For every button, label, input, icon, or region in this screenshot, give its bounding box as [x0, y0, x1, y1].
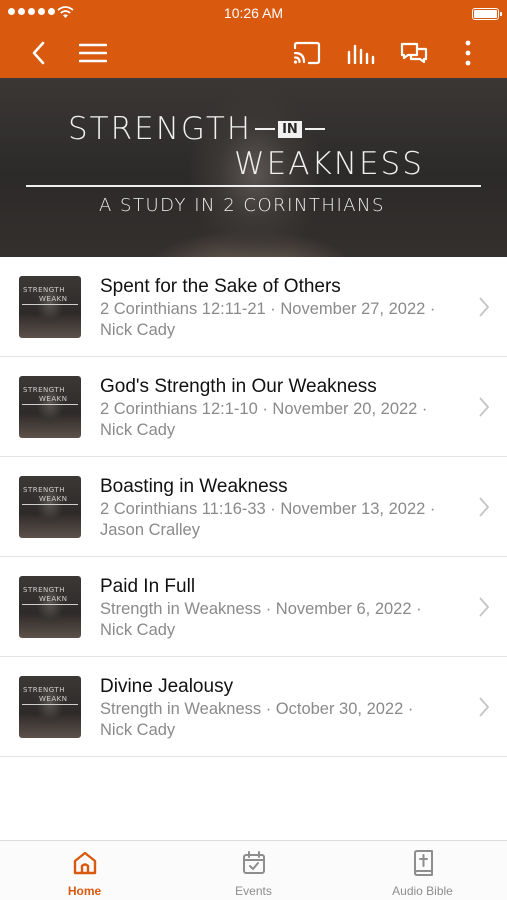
- list-item[interactable]: STRENGTH WEAKN God's Strength in Our Wea…: [0, 357, 507, 457]
- sermon-list: STRENGTH WEAKN Spent for the Sake of Oth…: [0, 257, 507, 757]
- sermon-title: God's Strength in Our Weakness: [100, 376, 377, 397]
- more-button[interactable]: [450, 35, 486, 71]
- thumbnail-divider: [22, 704, 78, 705]
- battery-icon: [472, 8, 502, 20]
- thumbnail-text: STRENGTH: [23, 486, 65, 494]
- chevron-right-icon: [479, 597, 489, 617]
- sermon-title: Paid In Full: [100, 576, 196, 597]
- audio-button[interactable]: [343, 35, 379, 71]
- sermon-meta: Strength in Weakness · October 30, 2022 …: [100, 700, 414, 718]
- sermon-thumbnail: STRENGTH WEAKN: [19, 376, 81, 438]
- tab-label: Audio Bible: [392, 884, 453, 898]
- sermon-thumbnail: STRENGTH WEAKN: [19, 476, 81, 538]
- chat-icon: [400, 42, 428, 64]
- chevron-right-icon: [479, 697, 489, 717]
- menu-icon: [79, 43, 107, 63]
- tab-home[interactable]: Home: [0, 841, 169, 900]
- bible-icon: [413, 850, 433, 876]
- status-time: 10:26 AM: [223, 5, 284, 21]
- tab-events[interactable]: Events: [169, 841, 338, 900]
- sermon-meta: 2 Corinthians 12:1-10 · November 20, 202…: [100, 400, 428, 418]
- list-item[interactable]: STRENGTH WEAKN Spent for the Sake of Oth…: [0, 257, 507, 357]
- banner-divider: [26, 185, 481, 187]
- thumbnail-divider: [22, 604, 78, 605]
- thumbnail-divider: [22, 504, 78, 505]
- thumbnail-divider: [22, 304, 78, 305]
- sermon-meta: 2 Corinthians 12:11-21 · November 27, 20…: [100, 300, 436, 318]
- thumbnail-text: STRENGTH: [23, 286, 65, 294]
- chevron-right-icon: [479, 497, 489, 517]
- tab-bar: Home Events Audio Bible: [0, 840, 507, 900]
- sermon-speaker: Nick Cady: [100, 621, 176, 639]
- chat-button[interactable]: [396, 35, 432, 71]
- thumbnail-text: STRENGTH: [23, 386, 65, 394]
- thumbnail-divider: [22, 404, 78, 405]
- sermon-speaker: Nick Cady: [100, 321, 176, 339]
- chevron-right-icon: [479, 397, 489, 417]
- sermon-thumbnail: STRENGTH WEAKN: [19, 276, 81, 338]
- sermon-meta: Strength in Weakness · November 6, 2022 …: [100, 600, 422, 618]
- thumbnail-text: WEAKN: [39, 395, 68, 403]
- cast-button[interactable]: [289, 35, 325, 71]
- tab-audio-bible[interactable]: Audio Bible: [338, 841, 507, 900]
- sermon-title: Boasting in Weakness: [100, 476, 288, 497]
- sermon-thumbnail: STRENGTH WEAKN: [19, 576, 81, 638]
- thumbnail-text: STRENGTH: [23, 686, 65, 694]
- thumbnail-text: WEAKN: [39, 495, 68, 503]
- list-item[interactable]: STRENGTH WEAKN Divine Jealousy Strength …: [0, 657, 507, 757]
- menu-button[interactable]: [75, 35, 111, 71]
- sermon-speaker: Nick Cady: [100, 721, 176, 739]
- tab-label: Home: [67, 884, 102, 898]
- chevron-right-icon: [479, 297, 489, 317]
- tab-label: Events: [235, 884, 272, 898]
- thumbnail-text: STRENGTH: [23, 586, 65, 594]
- banner-word-strength: STRENGTH: [68, 111, 253, 147]
- status-bar: 10:26 AM: [0, 0, 507, 28]
- sermon-speaker: Nick Cady: [100, 421, 176, 439]
- sermon-thumbnail: STRENGTH WEAKN: [19, 676, 81, 738]
- thumbnail-text: WEAKN: [39, 295, 68, 303]
- calendar-icon: [242, 851, 265, 874]
- back-button[interactable]: [20, 35, 56, 71]
- nav-bar: [0, 28, 507, 78]
- list-item[interactable]: STRENGTH WEAKN Paid In Full Strength in …: [0, 557, 507, 657]
- series-banner: STRENGTH IN WEAKNESS A STUDY IN 2 CORINT…: [0, 78, 507, 257]
- banner-dash: [304, 128, 325, 130]
- home-icon: [73, 851, 96, 875]
- more-vertical-icon: [465, 40, 471, 66]
- back-arrow-icon: [32, 41, 45, 65]
- sermon-title: Divine Jealousy: [100, 676, 234, 697]
- banner-title-line2: WEAKNESS: [234, 146, 424, 182]
- sermon-speaker: Jason Cralley: [100, 521, 200, 539]
- banner-subtitle: A STUDY IN 2 CORINTHIANS: [99, 195, 385, 216]
- banner-dash: [255, 128, 276, 130]
- thumbnail-text: WEAKN: [39, 695, 68, 703]
- banner-title-line1: STRENGTH IN: [68, 111, 328, 147]
- sermon-title: Spent for the Sake of Others: [100, 276, 341, 297]
- list-item[interactable]: STRENGTH WEAKN Boasting in Weakness 2 Co…: [0, 457, 507, 557]
- audio-bars-icon: [347, 44, 375, 64]
- thumbnail-text: WEAKN: [39, 595, 68, 603]
- banner-word-in: IN: [278, 120, 302, 138]
- sermon-meta: 2 Corinthians 11:16-33 · November 13, 20…: [100, 500, 436, 518]
- cast-icon: [293, 41, 321, 65]
